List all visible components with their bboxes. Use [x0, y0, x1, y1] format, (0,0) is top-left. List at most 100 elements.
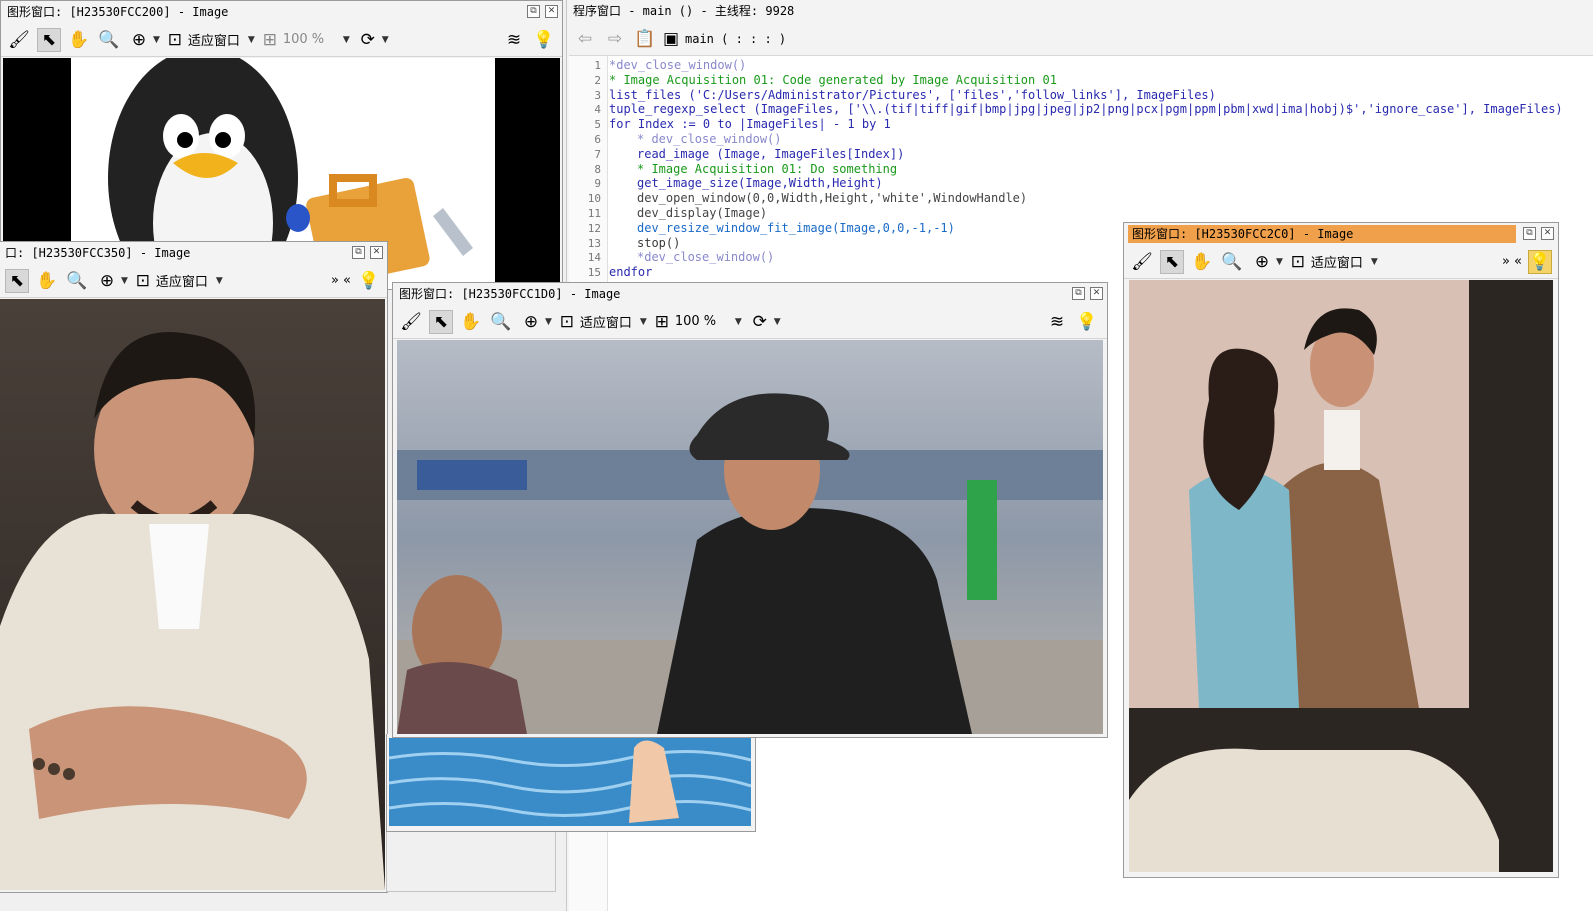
code-text: * Image Acquisition 01: Do something [637, 161, 898, 176]
zoom-label: 100 % [282, 32, 325, 47]
chevron-down-icon: ▼ [734, 316, 742, 327]
code-line[interactable]: 8 * Image Acquisition 01: Do something [569, 162, 1593, 177]
restore-icon[interactable]: ⧉ [1072, 287, 1085, 300]
hand-icon[interactable]: ✋ [35, 269, 59, 293]
pointer-icon[interactable]: ⬉ [37, 27, 61, 52]
zoom-in-icon[interactable]: ⊕ [127, 28, 151, 52]
fit-window-combo[interactable]: ⊡ 适应窗口 ▼ [1289, 250, 1378, 274]
line-number: 8 [594, 162, 601, 176]
code-line[interactable]: 5 for Index := 0 to |ImageFiles| - 1 by 1 [569, 117, 1593, 132]
procedure-icon[interactable]: ▣ [663, 27, 679, 51]
layers-icon[interactable]: ≋ [1045, 310, 1069, 334]
fit-window-combo[interactable]: ⊡ 适应窗口 ▼ [558, 310, 647, 334]
code-text: * dev_close_window() [637, 131, 782, 146]
brush-icon[interactable]: 🖌 [7, 28, 31, 52]
fit-icon: ⊡ [559, 311, 575, 332]
brush-icon[interactable]: 🖌 [399, 310, 423, 334]
forward-arrow-icon[interactable]: ⇨ [603, 27, 627, 51]
zoom-in-icon[interactable]: ⊕ [519, 310, 543, 334]
zoom-combo[interactable]: ⊞ 100 % ▼ [653, 310, 742, 334]
chevron-down-icon[interactable]: ▼ [121, 276, 128, 286]
image-canvas[interactable] [1129, 280, 1553, 872]
fit-window-combo[interactable]: ⊡ 适应窗口 ▼ [134, 269, 223, 293]
procedure-selector[interactable]: main ( : : : ) [685, 32, 786, 46]
shapes-icon[interactable]: ⟳ [748, 310, 772, 334]
fit-window-combo[interactable]: ⊡ 适应窗口 ▼ [166, 28, 255, 52]
zoom-box-icon: ⊞ [654, 311, 669, 332]
graphics-window-ocean [386, 734, 756, 832]
bulb-icon[interactable]: 💡 [532, 28, 556, 52]
bulb-icon[interactable]: 💡 [1528, 249, 1552, 274]
zoom-in-icon[interactable]: ⊕ [95, 269, 119, 293]
code-text: stop() [637, 235, 681, 250]
close-icon[interactable]: ✕ [370, 246, 383, 259]
code-line[interactable]: 7 read_image (Image, ImageFiles[Index]) [569, 147, 1593, 162]
graphics-window-1d0-title: 图形窗口: [H23530FCC1D0] - Image ⧉ ✕ [393, 283, 1107, 305]
magnifier-icon[interactable]: 🔍 [65, 269, 89, 293]
bulb-icon[interactable]: 💡 [1075, 310, 1099, 334]
chevron-down-icon: ▼ [215, 275, 223, 286]
chevron-down-icon: ▼ [342, 34, 350, 45]
brush-icon[interactable]: 🖌 [1130, 250, 1154, 274]
image-canvas[interactable] [389, 738, 751, 826]
line-number: 6 [594, 132, 601, 146]
zoom-in-icon[interactable]: ⊕ [1250, 250, 1274, 274]
graphics-toolbar: 🖌 ⬉ ✋ 🔍 ⊕ ▼ ⊡ 适应窗口 ▼ ⊞ 100 % ▼ ⟳ ▼ ≋ 💡 [1, 23, 562, 57]
magnifier-icon[interactable]: 🔍 [97, 28, 121, 52]
pointer-icon[interactable]: ⬉ [5, 268, 29, 293]
restore-icon[interactable]: ⧉ [352, 246, 365, 259]
code-line[interactable]: 10 dev_open_window(0,0,Width,Height,'whit… [569, 191, 1593, 206]
line-number: 3 [594, 88, 601, 102]
code-line[interactable]: 2 * Image Acquisition 01: Code generated … [569, 73, 1593, 88]
image-canvas[interactable] [397, 340, 1103, 734]
graphics-toolbar: ⬉ ✋ 🔍 ⊕ ▼ ⊡ 适应窗口 ▼ » « 💡 [0, 264, 387, 298]
code-line[interactable]: 11 dev_display(Image) [569, 206, 1593, 221]
line-number: 14 [587, 251, 601, 265]
restore-icon[interactable]: ⧉ [1523, 227, 1536, 240]
code-line[interactable]: 4 tuple_regexp_select (ImageFiles, ['\\.(… [569, 102, 1593, 117]
hand-icon[interactable]: ✋ [1190, 250, 1214, 274]
image-canvas[interactable] [0, 299, 385, 890]
fit-label: 适应窗口 [155, 275, 208, 290]
close-icon[interactable]: ✕ [545, 5, 558, 18]
restore-icon[interactable]: ⧉ [527, 5, 540, 18]
couple-photo [1129, 280, 1553, 872]
close-icon[interactable]: ✕ [1090, 287, 1103, 300]
layers-icon[interactable]: ≋ [502, 28, 526, 52]
graphics-window-200-title: 图形窗口: [H23530FCC200] - Image ⧉ ✕ [1, 1, 562, 23]
more-tools-toggle[interactable]: » « [331, 273, 351, 288]
clipboard-icon[interactable]: 📋 [633, 27, 657, 51]
close-icon[interactable]: ✕ [1541, 227, 1554, 240]
graphics-window-350-title: 口: [H23530FCC350] - Image ⧉ ✕ [0, 242, 387, 264]
zoom-box-icon: ⊞ [262, 29, 277, 50]
back-arrow-icon[interactable]: ⇦ [573, 27, 597, 51]
window-title-text: 图形窗口: [H23530FCC200] - Image [7, 5, 229, 19]
code-line[interactable]: 6 * dev_close_window() [569, 132, 1593, 147]
more-tools-toggle[interactable]: » « [1502, 254, 1522, 269]
shapes-icon[interactable]: ⟳ [356, 28, 380, 52]
code-text: read_image (Image, ImageFiles[Index]) [637, 146, 905, 161]
code-text: endfor [609, 265, 653, 280]
portrait-photo [0, 299, 385, 890]
line-number: 11 [587, 206, 601, 220]
bulb-icon[interactable]: 💡 [357, 269, 381, 293]
hand-icon[interactable]: ✋ [459, 310, 483, 334]
pointer-icon[interactable]: ⬉ [1160, 249, 1184, 274]
zoom-combo[interactable]: ⊞ 100 % ▼ [261, 28, 350, 52]
code-line[interactable]: 1 *dev_close_window() [569, 58, 1593, 73]
magnifier-icon[interactable]: 🔍 [1220, 250, 1244, 274]
ocean-photo [389, 738, 751, 826]
code-line[interactable]: 3 list_files ('C:/Users/Administrator/Pic… [569, 88, 1593, 103]
chevron-down-icon[interactable]: ▼ [153, 35, 160, 45]
magnifier-icon[interactable]: 🔍 [489, 310, 513, 334]
chevron-down-icon[interactable]: ▼ [774, 317, 781, 327]
chevron-down-icon[interactable]: ▼ [382, 35, 389, 45]
code-text: * Image Acquisition 01: Code generated b… [609, 72, 1057, 87]
hand-icon[interactable]: ✋ [67, 28, 91, 52]
chevron-down-icon[interactable]: ▼ [545, 317, 552, 327]
zoom-label: 100 % [674, 314, 717, 329]
chevron-down-icon[interactable]: ▼ [1276, 257, 1283, 267]
code-line[interactable]: 9 get_image_size(Image,Width,Height) [569, 176, 1593, 191]
pointer-icon[interactable]: ⬉ [429, 309, 453, 334]
window-title-text: 图形窗口: [H23530FCC1D0] - Image [399, 287, 621, 301]
